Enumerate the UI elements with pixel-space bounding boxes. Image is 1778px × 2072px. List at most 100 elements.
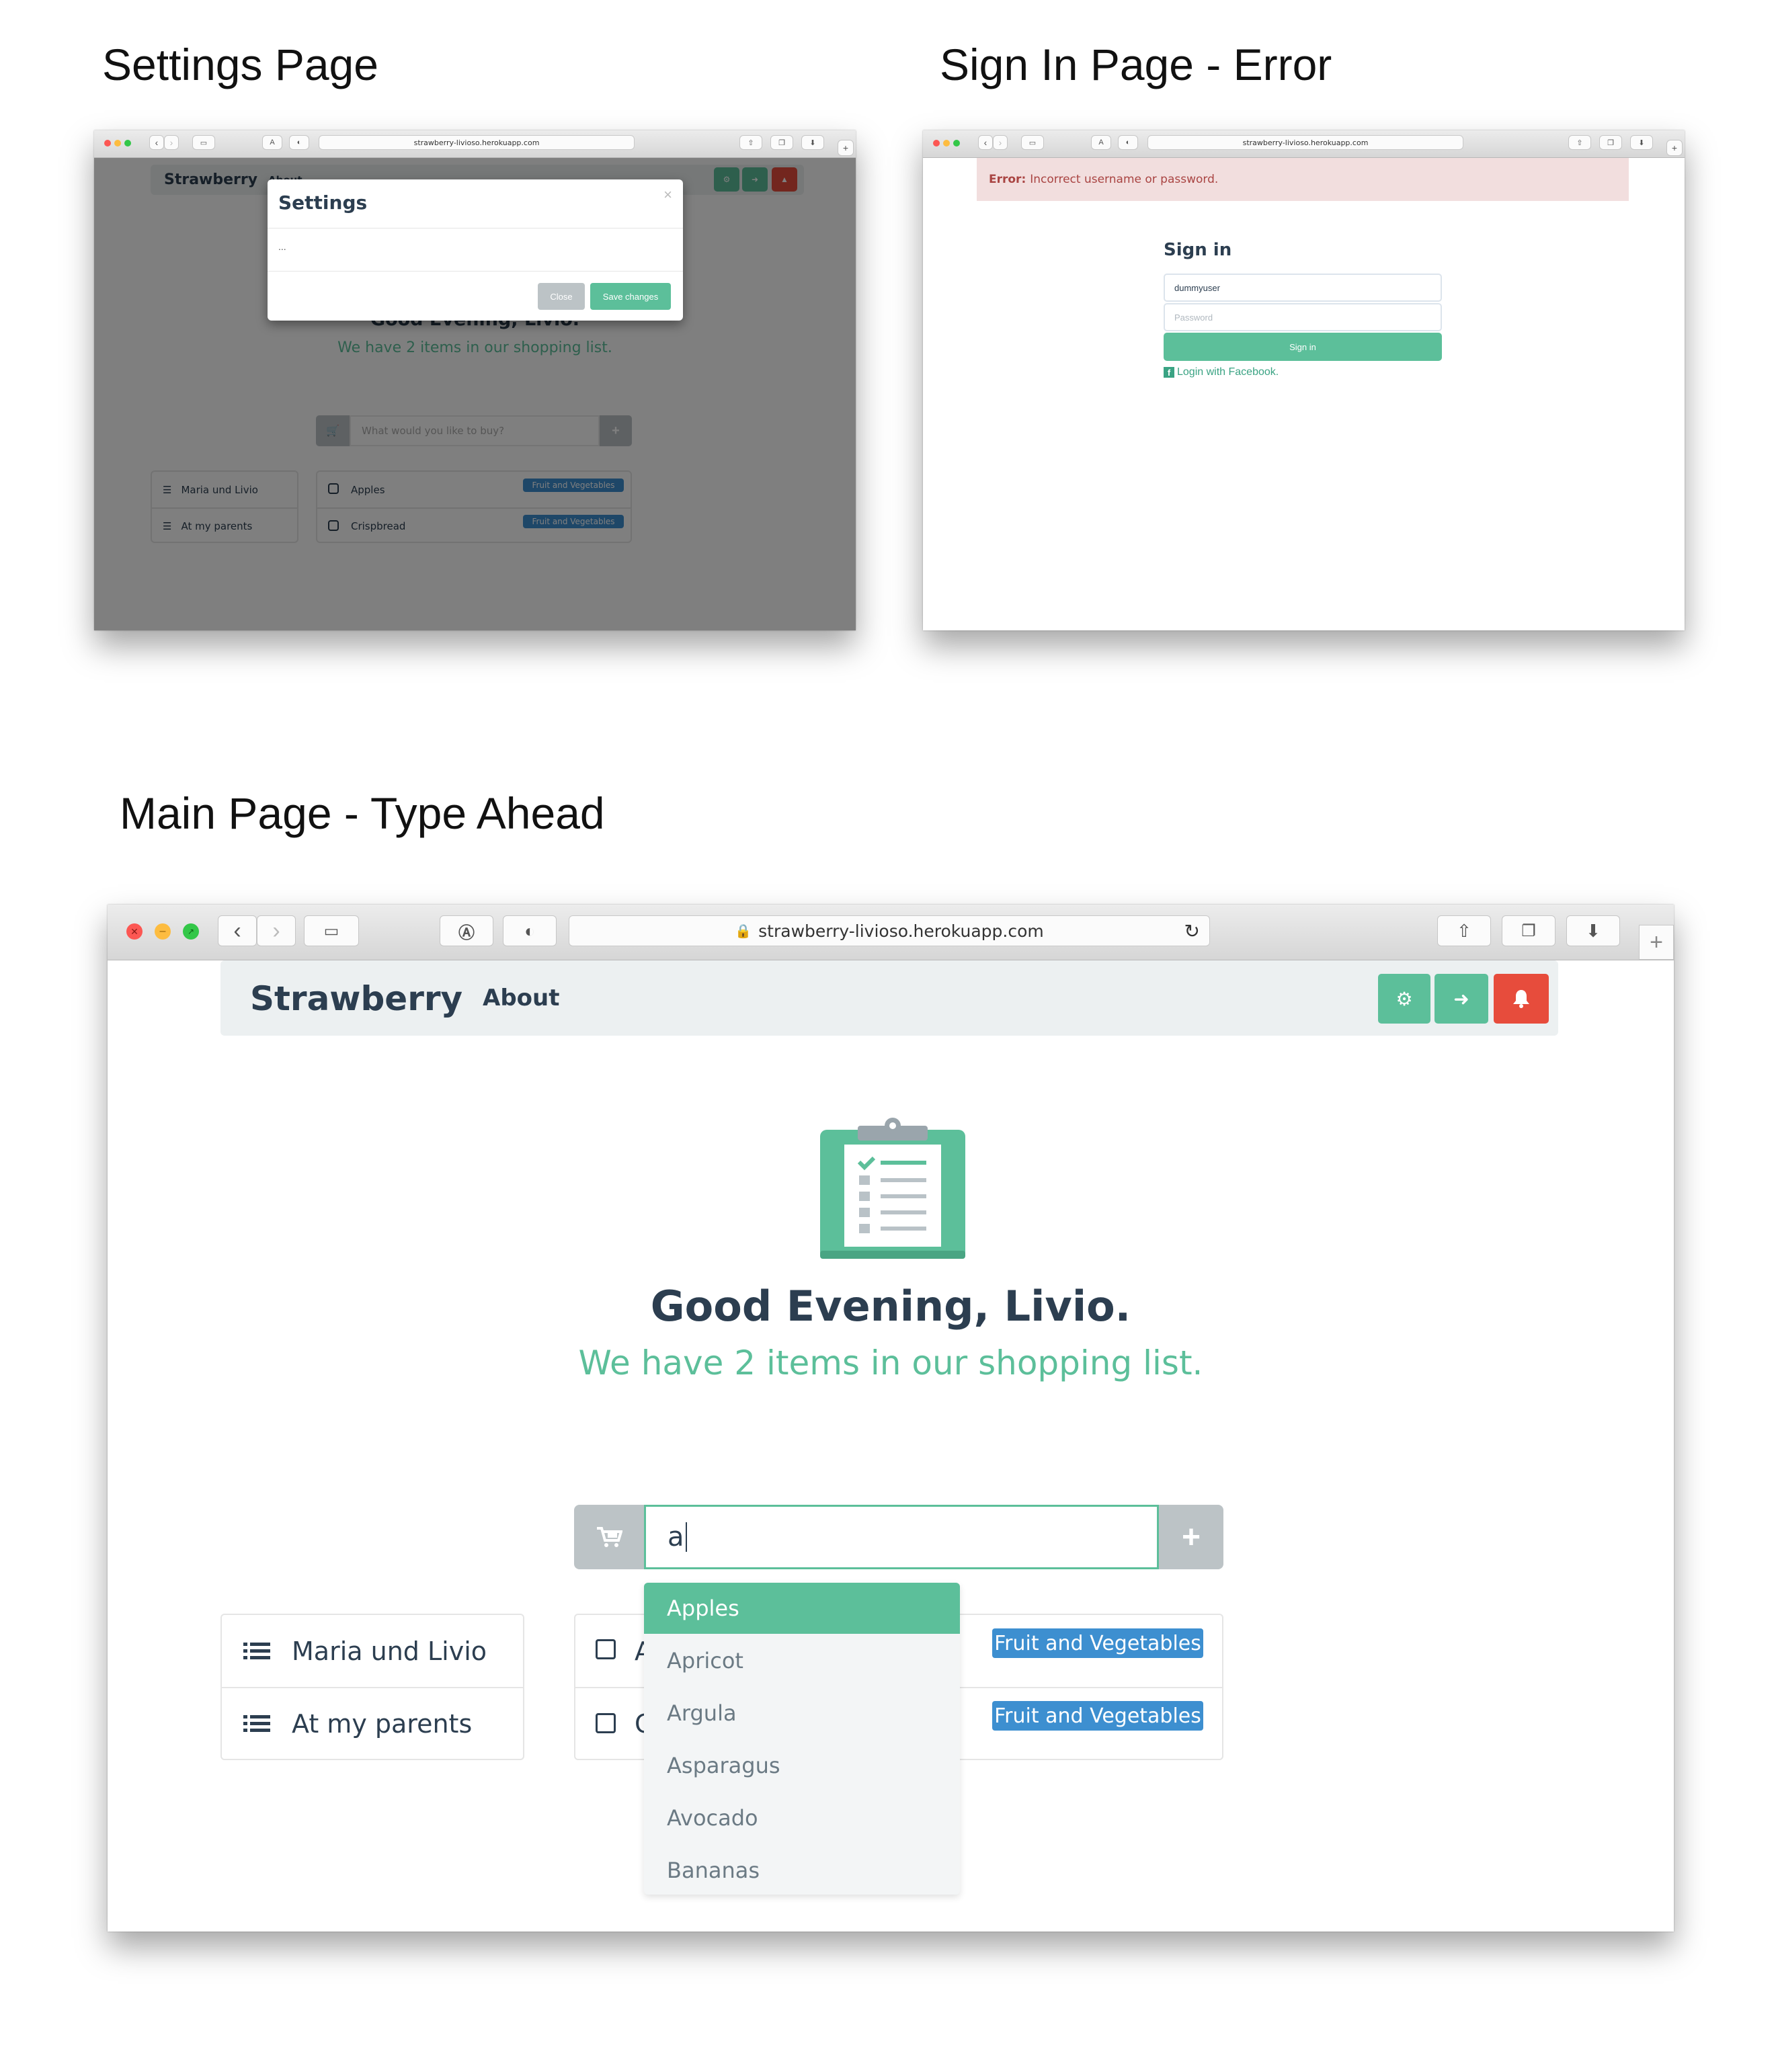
list-icon (243, 1715, 270, 1732)
tabs-icon[interactable]: ❐ (1599, 135, 1622, 150)
suggestion-item[interactable]: Apricot (644, 1635, 960, 1686)
facebook-icon: f (1164, 367, 1174, 378)
facebook-login-label: Login with Facebook. (1177, 366, 1279, 378)
logout-icon: ➜ (1453, 988, 1469, 1009)
add-item-button[interactable]: + (1159, 1505, 1223, 1569)
bell-icon (1513, 990, 1529, 1008)
settings-modal: Settings × ... Close Save changes (268, 179, 683, 321)
url-bar[interactable]: strawberry-livioso.herokuapp.com (1147, 135, 1463, 150)
url-text: strawberry-livioso.herokuapp.com (1242, 138, 1369, 147)
nav-about-link[interactable]: About (483, 985, 559, 1011)
new-tab-icon[interactable]: + (838, 140, 854, 156)
new-tab-icon[interactable]: + (1639, 925, 1674, 960)
close-window-icon[interactable] (104, 140, 111, 147)
list-item[interactable]: At my parents (222, 1688, 523, 1760)
modal-title: Settings (278, 192, 368, 214)
tabs-icon[interactable]: ❐ (770, 135, 793, 150)
logout-button[interactable]: ➜ (1434, 974, 1488, 1024)
share-icon[interactable]: ⇧ (1568, 135, 1591, 150)
search-input[interactable]: a (644, 1505, 1159, 1569)
extension-shield-icon[interactable]: ◐ (1118, 135, 1138, 150)
settings-button[interactable]: ⚙ (1378, 974, 1430, 1024)
signin-browser-window: ‹ › ▭ A ◐ strawberry-livioso.herokuapp.c… (923, 130, 1685, 630)
list-label: Maria und Livio (292, 1636, 487, 1666)
lists-panel: Maria und Livio At my parents (220, 1614, 524, 1760)
suggestion-item[interactable]: Bananas (644, 1845, 960, 1895)
sidebar-icon[interactable]: ▭ (192, 135, 215, 150)
text-cursor (685, 1522, 687, 1552)
error-text: Incorrect username or password. (1030, 173, 1219, 186)
password-input[interactable]: Password (1164, 303, 1442, 331)
close-window-icon[interactable] (933, 140, 940, 147)
back-icon[interactable]: ‹ (218, 915, 257, 946)
suggestion-item[interactable]: Avocado (644, 1792, 960, 1843)
modal-divider (268, 228, 683, 229)
error-label: Error: (989, 173, 1026, 186)
url-text: strawberry-livioso.herokuapp.com (413, 138, 540, 147)
extension-shield-icon[interactable]: ◐ (503, 915, 557, 946)
minimize-window-icon[interactable]: – (155, 923, 171, 940)
minimize-window-icon[interactable] (943, 140, 950, 147)
item-checkbox[interactable] (596, 1713, 616, 1733)
modal-divider (268, 271, 683, 272)
clipboard-logo-icon (820, 1118, 965, 1259)
browser-toolbar: ✕ – ↗ ‹ › ▭ Ⓐ ◐ 🔒 strawberry-livioso.her… (108, 905, 1674, 960)
zoom-window-icon[interactable] (953, 140, 960, 147)
url-bar[interactable]: 🔒 strawberry-livioso.herokuapp.com ↻ (569, 915, 1210, 946)
tabs-icon[interactable]: ❐ (1502, 915, 1555, 946)
reload-icon[interactable]: ↻ (1184, 920, 1200, 942)
new-tab-icon[interactable]: + (1666, 140, 1683, 156)
downloads-icon[interactable]: ⬇ (1566, 915, 1620, 946)
modal-close-icon[interactable]: × (663, 186, 672, 204)
browser-toolbar: ‹ › ▭ A ◐ strawberry-livioso.herokuapp.c… (94, 130, 856, 158)
settings-page-title: Settings Page (102, 40, 378, 89)
notifications-button[interactable] (1494, 974, 1549, 1024)
lock-icon: 🔒 (735, 923, 752, 939)
signin-heading: Sign in (1164, 240, 1232, 260)
suggestion-item[interactable]: Asparagus (644, 1740, 960, 1791)
settings-browser-window: ‹ › ▭ A ◐ strawberry-livioso.herokuapp.c… (94, 130, 856, 630)
back-icon[interactable]: ‹ (978, 135, 993, 150)
navbar: Strawberry About ⚙ ➜ (220, 960, 1558, 1036)
zoom-window-icon[interactable]: ↗ (183, 923, 199, 940)
sidebar-icon[interactable]: ▭ (304, 915, 359, 946)
extension-a-icon[interactable]: A (262, 135, 282, 150)
brand-logo[interactable]: Strawberry (250, 979, 462, 1018)
suggestion-item[interactable]: Argula (644, 1688, 960, 1739)
extension-a-icon[interactable]: A (1091, 135, 1111, 150)
share-icon[interactable]: ⇧ (1437, 915, 1491, 946)
signin-button[interactable]: Sign in (1164, 333, 1442, 361)
modal-body-text: ... (278, 241, 286, 252)
extension-a-icon[interactable]: Ⓐ (440, 915, 493, 946)
forward-icon[interactable]: › (257, 915, 296, 946)
gear-icon: ⚙ (1396, 988, 1413, 1009)
close-window-icon[interactable]: ✕ (126, 923, 143, 940)
list-label: At my parents (292, 1709, 473, 1739)
username-input[interactable]: dummyuser (1164, 274, 1442, 302)
browser-toolbar: ‹ › ▭ A ◐ strawberry-livioso.herokuapp.c… (923, 130, 1685, 158)
modal-close-button[interactable]: Close (538, 283, 585, 310)
forward-icon[interactable]: › (164, 135, 179, 150)
search-input-value: a (668, 1522, 684, 1552)
list-item[interactable]: Maria und Livio (222, 1615, 523, 1688)
zoom-window-icon[interactable] (124, 140, 131, 147)
downloads-icon[interactable]: ⬇ (801, 135, 824, 150)
minimize-window-icon[interactable] (114, 140, 121, 147)
cart-icon (597, 1527, 622, 1547)
suggestion-item[interactable]: Apples (644, 1583, 960, 1634)
modal-save-button[interactable]: Save changes (590, 283, 671, 310)
sidebar-icon[interactable]: ▭ (1021, 135, 1044, 150)
back-icon[interactable]: ‹ (149, 135, 164, 150)
extension-shield-icon[interactable]: ◐ (289, 135, 309, 150)
share-icon[interactable]: ⇧ (739, 135, 762, 150)
facebook-login-link[interactable]: f Login with Facebook. (1164, 366, 1279, 378)
forward-icon[interactable]: › (993, 135, 1008, 150)
item-checkbox[interactable] (596, 1639, 616, 1659)
downloads-icon[interactable]: ⬇ (1630, 135, 1653, 150)
signin-page-content: Error: Incorrect username or password. S… (923, 158, 1685, 630)
error-alert: Error: Incorrect username or password. (977, 158, 1629, 201)
list-icon (243, 1642, 270, 1659)
subtitle: We have 2 items in our shopping list. (578, 1343, 1203, 1382)
url-bar[interactable]: strawberry-livioso.herokuapp.com (319, 135, 635, 150)
main-page-title: Main Page - Type Ahead (120, 788, 605, 838)
